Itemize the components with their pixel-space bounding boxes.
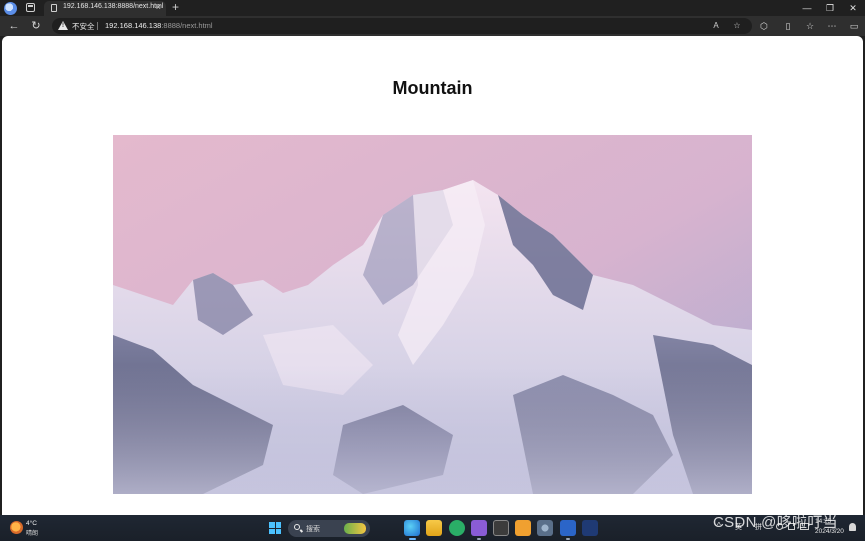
weather-temperature: 4°C bbox=[26, 520, 37, 527]
extensions-icon[interactable]: ⬡ bbox=[756, 18, 772, 34]
word-icon[interactable] bbox=[560, 520, 576, 540]
notification-bell-icon[interactable] bbox=[849, 523, 856, 531]
url-host: 192.168.146.138 bbox=[105, 21, 162, 30]
edge-browser-icon[interactable] bbox=[404, 520, 420, 540]
settings-gear-icon[interactable] bbox=[537, 520, 553, 536]
not-secure-warning-icon[interactable] bbox=[58, 21, 68, 30]
search-icon bbox=[294, 524, 300, 530]
tab-title: 192.168.146.138:8888/next.html bbox=[63, 3, 164, 10]
weather-sun-icon bbox=[10, 521, 23, 534]
search-highlight-image bbox=[344, 523, 366, 534]
page-favicon-icon bbox=[51, 4, 57, 12]
weather-condition: 晴朗 bbox=[26, 531, 39, 537]
minimize-button[interactable]: — bbox=[795, 0, 819, 16]
split-screen-icon[interactable]: ▯ bbox=[780, 18, 796, 34]
maximize-button[interactable]: ❐ bbox=[818, 0, 842, 16]
file-explorer-icon[interactable] bbox=[426, 520, 442, 536]
browser-tab-active[interactable]: 192.168.146.138:8888/next.html × bbox=[44, 1, 166, 16]
browser-titlebar: 192.168.146.138:8888/next.html × + — ❐ ✕ bbox=[0, 0, 865, 16]
mountain-image bbox=[113, 135, 752, 494]
app-box-icon[interactable] bbox=[515, 520, 531, 536]
windows-logo-tile bbox=[275, 528, 281, 534]
terminal-icon[interactable] bbox=[493, 520, 509, 536]
taskbar-search[interactable]: 搜索 bbox=[288, 520, 370, 537]
browser-toolbar: ← ↻ 不安全 192.168.146.138:8888/next.html A… bbox=[0, 16, 865, 36]
favorites-icon[interactable]: ☆ bbox=[802, 18, 818, 34]
visual-studio-icon[interactable] bbox=[471, 520, 487, 540]
windows-logo-tile bbox=[275, 522, 281, 528]
windows-logo-tile bbox=[269, 528, 275, 534]
address-divider bbox=[97, 22, 98, 30]
vscode-icon[interactable] bbox=[582, 520, 598, 536]
security-status-label[interactable]: 不安全 bbox=[72, 21, 95, 32]
favorite-star-icon[interactable]: ☆ bbox=[731, 20, 743, 32]
wechat-icon[interactable] bbox=[449, 520, 465, 536]
close-window-button[interactable]: ✕ bbox=[841, 0, 865, 16]
read-aloud-icon[interactable]: A bbox=[710, 20, 722, 32]
search-placeholder: 搜索 bbox=[306, 526, 320, 533]
page-viewport: Mountain bbox=[2, 36, 863, 515]
url-text[interactable]: 192.168.146.138:8888/next.html bbox=[105, 21, 213, 30]
address-bar[interactable]: 不安全 192.168.146.138:8888/next.html A ☆ bbox=[52, 18, 752, 34]
profile-avatar-icon[interactable] bbox=[4, 2, 17, 15]
reload-button[interactable]: ↻ bbox=[28, 18, 44, 34]
page-heading: Mountain bbox=[392, 78, 473, 98]
sidebar-toggle-icon[interactable]: ▭ bbox=[846, 18, 862, 34]
back-button[interactable]: ← bbox=[6, 18, 22, 34]
tab-close-icon[interactable]: × bbox=[156, 2, 161, 13]
new-tab-button[interactable]: + bbox=[172, 0, 179, 15]
csdn-watermark: CSDN @哆啦叮当 bbox=[713, 514, 838, 531]
url-path: :8888/next.html bbox=[161, 21, 213, 30]
start-button[interactable] bbox=[269, 522, 281, 534]
tab-actions-icon[interactable] bbox=[26, 3, 35, 12]
more-menu-icon[interactable]: ⋯ bbox=[824, 18, 840, 34]
windows-logo-tile bbox=[269, 522, 275, 528]
